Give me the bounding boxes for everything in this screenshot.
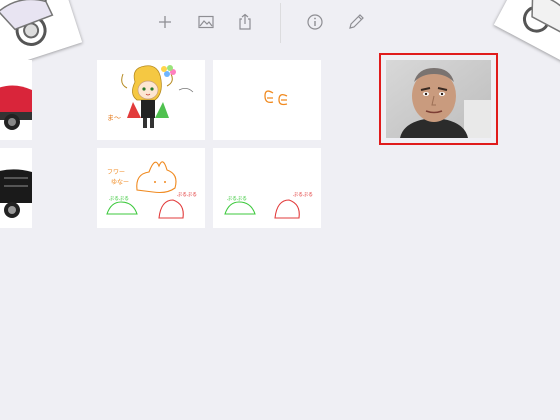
- annotation-text: フワー: [107, 169, 125, 176]
- chibi-character-drawing: ま〜: [107, 65, 194, 128]
- thumbnail-chibi-character[interactable]: ま〜: [97, 60, 205, 140]
- annotation-text: ま〜: [107, 114, 121, 122]
- add-button[interactable]: [154, 11, 176, 33]
- thumbnail-bunny-slimes[interactable]: フワー ゆなー ぷるぷる ぷるぷる: [97, 148, 205, 228]
- share-icon: [239, 13, 251, 30]
- edit-button[interactable]: [345, 11, 367, 33]
- face-photo: [386, 60, 491, 138]
- annotation-text: ぷるぷる: [109, 196, 129, 202]
- annotation-text: ぷるぷる: [227, 196, 247, 202]
- thumbnail-slimes[interactable]: ぷるぷる ぷるぷる: [213, 148, 321, 228]
- thumbnail-orange-scribble[interactable]: [213, 60, 321, 140]
- toolbar: [0, 0, 560, 44]
- photo-image: [386, 60, 491, 138]
- drawing-card-left-2[interactable]: [0, 148, 32, 228]
- drawing-card-left-1[interactable]: [0, 60, 32, 140]
- annotation-text: ゆなー: [111, 179, 129, 186]
- orange-scribble-drawing: [264, 90, 288, 106]
- selected-photo-thumbnail[interactable]: [379, 53, 498, 145]
- edit-pencil-icon: [349, 14, 364, 29]
- annotation-text: ぷるぷる: [177, 192, 197, 198]
- annotation-text: ぷるぷる: [293, 192, 313, 198]
- slimes-drawing: ぷるぷる ぷるぷる: [224, 192, 313, 219]
- black-scooter-sketch: [0, 169, 32, 218]
- image-button[interactable]: [195, 11, 217, 33]
- red-scooter-sketch: [0, 85, 32, 130]
- info-button[interactable]: [304, 11, 326, 33]
- share-button[interactable]: [234, 11, 256, 33]
- toolbar-divider: [280, 3, 281, 43]
- bunny-slimes-drawing: フワー ゆなー ぷるぷる ぷるぷる: [106, 161, 197, 219]
- add-icon: [159, 16, 171, 28]
- image-icon: [198, 15, 214, 29]
- info-icon: [307, 14, 323, 30]
